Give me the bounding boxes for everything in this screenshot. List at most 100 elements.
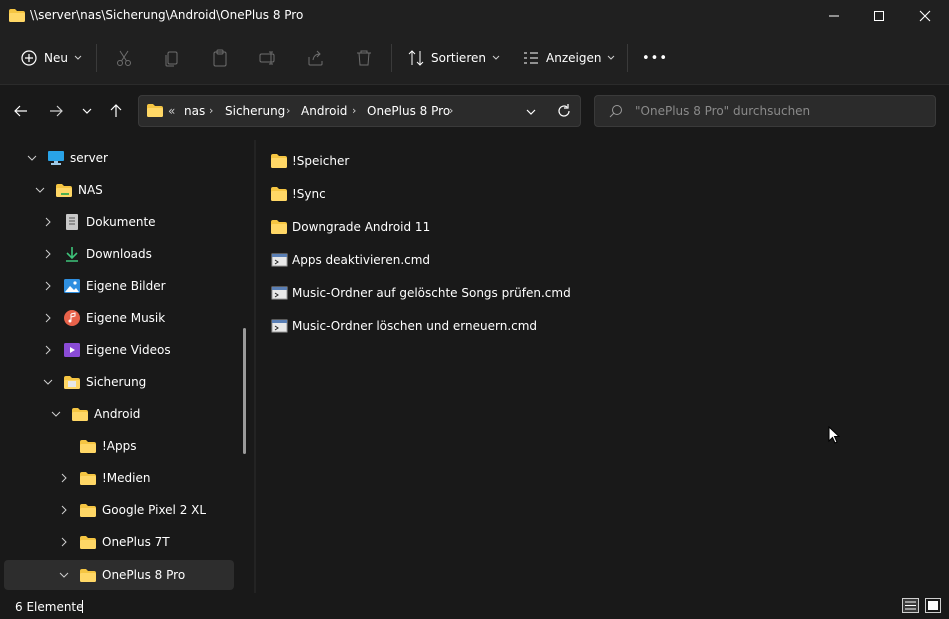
chevron-down-icon: [59, 572, 69, 578]
tree-item-label: Downloads: [86, 247, 152, 261]
item-count: 6 Elemente: [15, 600, 84, 614]
tree-item-label: OnePlus 8 Pro: [102, 568, 186, 582]
mouse-cursor-icon: [828, 426, 840, 444]
arrow-up-icon: [110, 104, 122, 117]
sort-button[interactable]: Sortieren: [407, 44, 500, 72]
tree-item-sicherung[interactable]: Sicherung: [4, 367, 234, 397]
chevron-down-icon: [608, 55, 615, 60]
file-name: !Sync: [292, 187, 326, 201]
tree-item-medien[interactable]: !Medien: [4, 463, 234, 493]
tree-item-label: OnePlus 7T: [102, 535, 170, 549]
refresh-button[interactable]: [556, 103, 572, 122]
refresh-icon: [558, 104, 570, 117]
folder-icon: [80, 568, 96, 582]
folder-icon: [271, 220, 287, 234]
more-options-button[interactable]: •••: [642, 44, 668, 72]
share-button[interactable]: [307, 44, 325, 72]
details-view-button[interactable]: [902, 598, 919, 616]
sort-icon: [408, 50, 424, 66]
sort-label: Sortieren: [431, 51, 486, 65]
chevron-right-icon: [45, 313, 51, 323]
file-name: Music-Ordner auf gelöschte Songs prüfen.…: [292, 286, 571, 300]
breadcrumb-chevron-icon[interactable]: ›: [352, 104, 356, 117]
list-item[interactable]: Music-Ordner auf gelöschte Songs prüfen.…: [270, 280, 571, 306]
tree-item-nas[interactable]: NAS: [4, 175, 234, 205]
search-icon: [609, 105, 622, 118]
folder-icon: [80, 439, 96, 453]
tree-item-eigene-bilder[interactable]: Eigene Bilder: [4, 271, 234, 301]
tree-item-android[interactable]: Android: [4, 399, 234, 429]
sidebar-scrollbar[interactable]: [243, 328, 246, 454]
rename-button[interactable]: [259, 44, 277, 72]
file-name: Apps deaktivieren.cmd: [292, 253, 431, 267]
close-button[interactable]: [902, 0, 948, 32]
close-icon: [919, 10, 931, 22]
view-list-icon: [524, 52, 538, 64]
scissors-icon: [117, 50, 131, 66]
list-item[interactable]: Downgrade Android 11: [270, 214, 430, 240]
folder-icon: [271, 154, 287, 168]
list-item[interactable]: !Speicher: [270, 148, 349, 174]
tree-item-downloads[interactable]: Downloads: [4, 239, 234, 269]
list-item[interactable]: Apps deaktivieren.cmd: [270, 247, 430, 273]
tree-item-apps[interactable]: !Apps: [4, 431, 234, 461]
copy-button[interactable]: [163, 44, 181, 72]
maximize-icon: [874, 11, 884, 21]
breadcrumb-nas[interactable]: nas: [184, 104, 205, 118]
chevron-down-icon: [74, 55, 82, 60]
tree-item-dokumente[interactable]: Dokumente: [4, 207, 234, 237]
chevron-right-icon: [45, 345, 51, 355]
tree-item-label: Google Pixel 2 XL: [102, 503, 207, 517]
large-icons-view-button[interactable]: [925, 598, 941, 616]
large-icons-view-icon: [925, 598, 941, 613]
maximize-button[interactable]: [856, 0, 902, 32]
file-name: Music-Ordner löschen und erneuern.cmd: [292, 319, 538, 333]
up-button[interactable]: [108, 103, 124, 122]
status-bar: [0, 594, 949, 619]
chevron-right-icon: [45, 281, 51, 291]
copy-icon: [165, 51, 178, 67]
new-button[interactable]: Neu: [20, 44, 82, 72]
list-item[interactable]: !Sync: [270, 181, 326, 207]
address-history-button[interactable]: [525, 106, 537, 121]
tree-item-label: Sicherung: [86, 375, 147, 389]
forward-button[interactable]: [48, 103, 64, 122]
list-item[interactable]: Music-Ordner löschen und erneuern.cmd: [270, 313, 537, 339]
toolbar-separator: [627, 44, 628, 72]
breadcrumb-chevron-icon[interactable]: ›: [286, 104, 290, 117]
tree-item-server[interactable]: server: [4, 143, 234, 173]
chevron-down-icon: [526, 109, 536, 115]
status-separator: [82, 600, 83, 613]
tree-item-oneplus-7t[interactable]: OnePlus 7T: [4, 527, 234, 557]
tree-item-label: !Medien: [102, 471, 151, 485]
tree-item-google-pixel-2-xl[interactable]: Google Pixel 2 XL: [4, 495, 234, 525]
paste-button[interactable]: [211, 44, 229, 72]
breadcrumb-sicherung[interactable]: Sicherung: [225, 104, 285, 118]
cmd-script-icon: [271, 253, 288, 267]
chevron-down-icon: [43, 379, 53, 385]
breadcrumb-chevron-icon[interactable]: ›: [209, 104, 213, 117]
videos-icon: [64, 343, 80, 357]
folder-icon: [80, 535, 96, 549]
chevron-right-icon: [45, 249, 51, 259]
chevron-right-icon: [61, 537, 67, 547]
breadcrumb-overflow[interactable]: «: [168, 104, 175, 118]
tree-item-label: Eigene Videos: [86, 343, 171, 357]
plus-circle-icon: [21, 50, 37, 66]
cut-button[interactable]: [115, 44, 133, 72]
tree-item-oneplus-8-pro[interactable]: OnePlus 8 Pro: [4, 560, 234, 590]
tree-item-eigene-musik[interactable]: Eigene Musik: [4, 303, 234, 333]
minimize-button[interactable]: [811, 0, 857, 32]
back-button[interactable]: [13, 103, 29, 122]
breadcrumb-oneplus-8-pro[interactable]: OnePlus 8 Pro: [367, 104, 450, 118]
breadcrumb-android[interactable]: Android: [301, 104, 347, 118]
tree-item-label: Dokumente: [86, 215, 156, 229]
recent-locations-button[interactable]: [81, 105, 93, 120]
breadcrumb-chevron-icon[interactable]: ›: [449, 104, 453, 117]
network-folder-icon: [56, 183, 72, 197]
tree-item-eigene-videos[interactable]: Eigene Videos: [4, 335, 234, 365]
chevron-down-icon: [27, 155, 37, 161]
file-name: Downgrade Android 11: [292, 220, 431, 234]
delete-button[interactable]: [355, 44, 373, 72]
view-button[interactable]: Anzeigen: [522, 44, 615, 72]
